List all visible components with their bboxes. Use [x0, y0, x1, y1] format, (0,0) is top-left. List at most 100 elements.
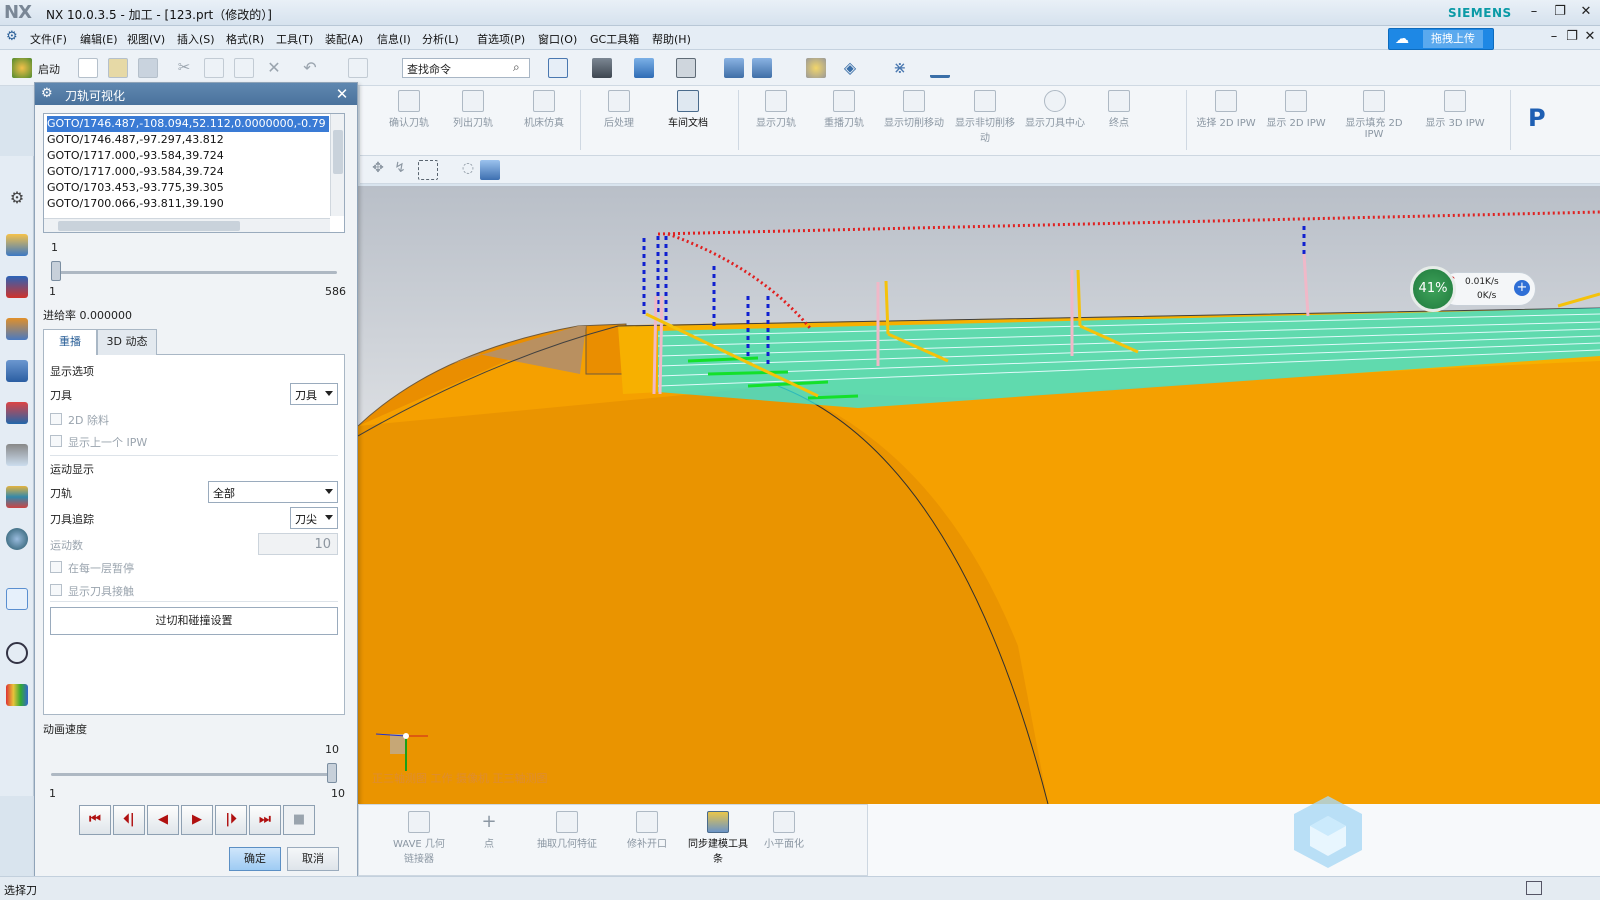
tab-replay[interactable]: 重播: [43, 329, 97, 355]
step-back-button[interactable]: ⏴|: [113, 805, 145, 835]
doc-restore-button[interactable]: ❐: [1564, 29, 1580, 45]
ribbon-display-3d-ipw[interactable]: 显示 3D IPW: [1422, 90, 1488, 129]
view-section-icon[interactable]: [724, 58, 744, 78]
reuse-library-icon[interactable]: [6, 402, 28, 424]
menu-window[interactable]: 窗口(O): [538, 31, 577, 47]
tab-3d-dynamic[interactable]: 3D 动态: [97, 329, 157, 355]
list-item[interactable]: GOTO/1746.487,-97.297,43.812: [47, 132, 329, 148]
goto-list[interactable]: GOTO/1746.487,-108.094,52.112,0.0000000,…: [43, 113, 345, 233]
command-search-input[interactable]: 查找命令 ⌕: [402, 58, 530, 78]
background-icon[interactable]: [676, 58, 696, 78]
ok-button[interactable]: 确定: [229, 847, 281, 871]
upload-button[interactable]: ☁ 拖拽上传: [1388, 28, 1494, 50]
restore-button[interactable]: ❐: [1552, 4, 1568, 20]
new-file-icon[interactable]: [78, 58, 98, 78]
ribbon-list-toolpath[interactable]: 列出刀轨: [448, 90, 498, 129]
step-forward-button[interactable]: |⏵: [215, 805, 247, 835]
menu-help[interactable]: 帮助(H): [652, 31, 691, 47]
ribbon-display-cut-moves[interactable]: 显示切削移动: [884, 90, 944, 129]
plus-icon[interactable]: +: [1514, 280, 1530, 296]
close-window-button[interactable]: ✕: [1578, 4, 1594, 20]
list-item[interactable]: GOTO/1717.000,-93.584,39.724: [47, 148, 329, 164]
info-icon[interactable]: [6, 528, 28, 550]
part-navigator-icon[interactable]: [6, 360, 28, 382]
ribbon-end-point[interactable]: 终点: [1096, 90, 1142, 129]
undo-icon[interactable]: ↶: [300, 58, 320, 78]
list-item[interactable]: GOTO/1703.453,-93.775,39.305: [47, 180, 329, 196]
paste-icon[interactable]: [234, 58, 254, 78]
gear-icon[interactable]: ⚙: [41, 86, 53, 102]
gouge-collision-settings-button[interactable]: 过切和碰撞设置: [50, 607, 338, 635]
list-horizontal-scrollbar[interactable]: [44, 218, 330, 232]
scrollbar-thumb[interactable]: [333, 130, 343, 174]
snap-icon[interactable]: ◈: [840, 58, 860, 78]
hd3d-tools-icon[interactable]: [6, 444, 28, 466]
network-speed-widget[interactable]: ↑ 0.01K/s ↓ 0K/s 41% +: [1410, 266, 1538, 312]
ribbon-sync-modeling[interactable]: 同步建模工具条: [685, 811, 751, 865]
scrollbar-thumb[interactable]: [58, 221, 240, 231]
move-handle-icon[interactable]: ✥: [368, 160, 388, 180]
doc-close-button[interactable]: ✕: [1582, 29, 1598, 45]
stop-button[interactable]: ■: [283, 805, 315, 835]
help-pointer-icon[interactable]: [806, 58, 826, 78]
web-browser-icon[interactable]: [6, 486, 28, 508]
ribbon-postprocess[interactable]: 后处理: [594, 90, 644, 129]
start-icon[interactable]: [12, 58, 32, 78]
copy-icon[interactable]: [204, 58, 224, 78]
tool-trace-dropdown[interactable]: 刀尖: [290, 507, 338, 529]
list-item[interactable]: GOTO/1717.000,-93.584,39.724: [47, 164, 329, 180]
menu-gc-toolbox[interactable]: GC工具箱: [590, 31, 639, 47]
ribbon-wave-linker[interactable]: WAVE 几何链接器: [389, 811, 449, 865]
play-reverse-button[interactable]: ◀: [147, 805, 179, 835]
orient-view-icon[interactable]: [634, 58, 654, 78]
open-file-icon[interactable]: [108, 58, 128, 78]
ribbon-facet[interactable]: 小平面化: [759, 811, 809, 850]
shaded-view-icon[interactable]: [592, 58, 612, 78]
doc-minimize-button[interactable]: –: [1546, 29, 1562, 45]
minimize-button[interactable]: –: [1526, 4, 1542, 20]
constraint-navigator-icon[interactable]: [6, 318, 28, 340]
menu-assembly[interactable]: 装配(A): [325, 31, 363, 47]
ribbon-select-2d-ipw[interactable]: 选择 2D IPW: [1194, 90, 1258, 129]
play-button[interactable]: ▶: [181, 805, 213, 835]
clip-view-icon[interactable]: [752, 58, 772, 78]
ribbon-replay-toolpath[interactable]: 重播刀轨: [816, 90, 872, 129]
ribbon-extract-geometry[interactable]: 抽取几何特征: [535, 811, 599, 850]
measure-icon[interactable]: [930, 58, 950, 78]
ribbon-machine-sim[interactable]: 机床仿真: [516, 90, 572, 129]
ribbon-point[interactable]: + 点: [469, 811, 509, 850]
p-icon[interactable]: P: [1528, 104, 1546, 132]
go-to-end-button[interactable]: ⏭: [249, 805, 281, 835]
cut-icon[interactable]: ✂: [174, 58, 194, 78]
speed-slider-track[interactable]: [51, 773, 333, 776]
clock-icon[interactable]: [6, 642, 28, 664]
menu-insert[interactable]: 插入(S): [177, 31, 215, 47]
fullscreen-icon[interactable]: [1526, 881, 1542, 895]
operation-navigator-icon[interactable]: [6, 234, 28, 256]
tool-dropdown[interactable]: 刀具: [290, 383, 338, 405]
select-icon[interactable]: ↯: [390, 160, 410, 180]
toolpath-dropdown[interactable]: 全部: [208, 481, 338, 503]
list-vertical-scrollbar[interactable]: [330, 114, 344, 216]
motion-count-field[interactable]: 10: [258, 533, 338, 555]
fit-view-icon[interactable]: [548, 58, 568, 78]
ribbon-shop-doc[interactable]: 车间文档: [658, 90, 718, 129]
ribbon-display-toolpath[interactable]: 显示刀轨: [748, 90, 804, 129]
position-slider-thumb[interactable]: [51, 261, 61, 281]
menu-preferences[interactable]: 首选项(P): [477, 31, 525, 47]
view-layer-icon[interactable]: ◌: [458, 160, 478, 180]
ribbon-verify-toolpath[interactable]: 确认刀轨: [384, 90, 434, 129]
ribbon-display-noncut-moves[interactable]: 显示非切削移动: [954, 90, 1016, 144]
menu-file[interactable]: 文件(F): [30, 31, 67, 47]
dialog-header[interactable]: ⚙ 刀轨可视化 ✕: [35, 83, 357, 105]
ribbon-display-tool-center[interactable]: 显示刀具中心: [1024, 90, 1086, 129]
ribbon-display-fill-2d-ipw[interactable]: 显示填充 2D IPW: [1342, 90, 1406, 140]
palette-icon[interactable]: [6, 684, 28, 706]
rectangle-select-icon[interactable]: [418, 160, 438, 180]
menu-tools[interactable]: 工具(T): [276, 31, 313, 47]
close-icon[interactable]: ✕: [333, 85, 351, 103]
assembly-navigator-icon[interactable]: [6, 276, 28, 298]
list-item[interactable]: GOTO/1700.066,-93.811,39.190: [47, 196, 329, 212]
cancel-button[interactable]: 取消: [287, 847, 339, 871]
history-icon[interactable]: [6, 588, 28, 610]
